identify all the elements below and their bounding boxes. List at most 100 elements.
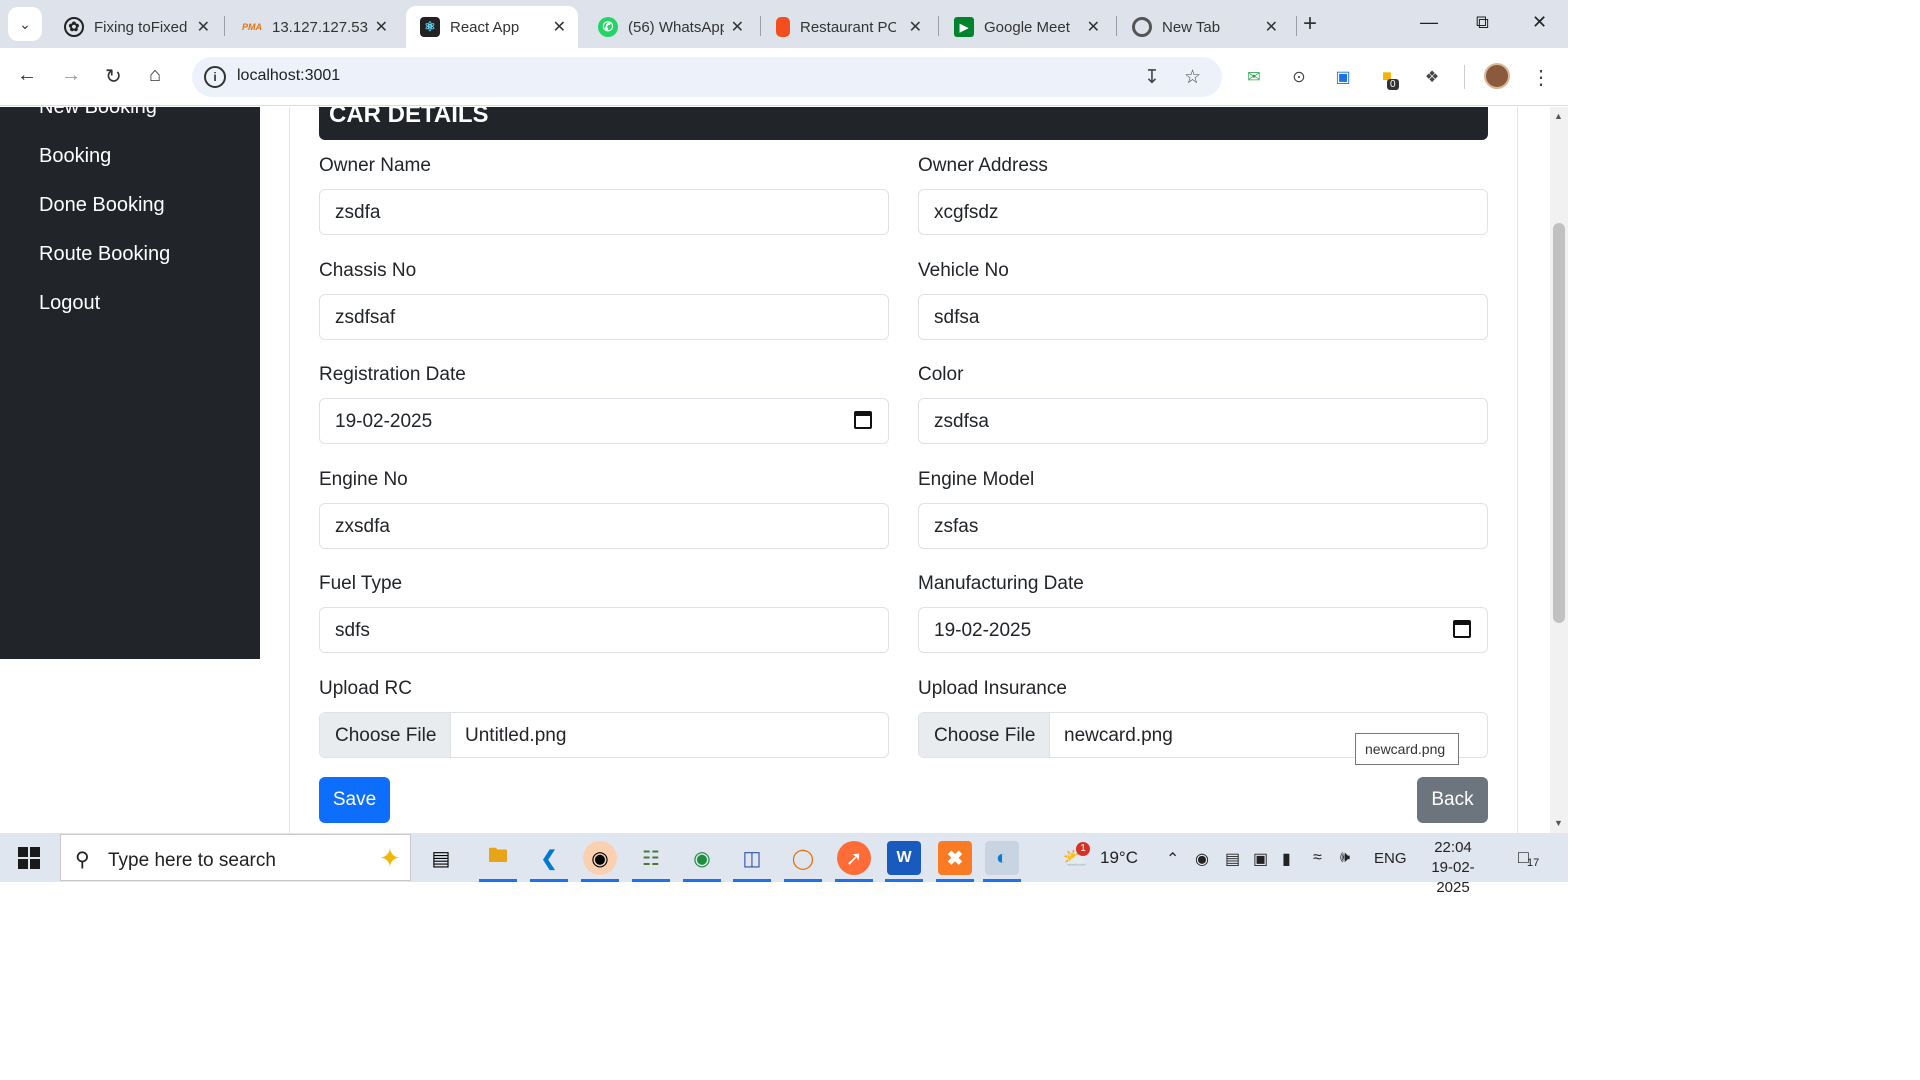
extension-devtools-icon[interactable]: ⊙: [1287, 65, 1311, 89]
color-label: Color: [918, 364, 964, 385]
tab-new-tab[interactable]: New Tab ✕: [1118, 6, 1290, 48]
fuel-type-input[interactable]: sdfs: [319, 607, 889, 653]
save-button[interactable]: Save: [319, 777, 390, 823]
close-icon[interactable]: ✕: [1087, 17, 1100, 37]
color-input[interactable]: zsdfsa: [918, 398, 1488, 444]
new-tab-button[interactable]: +: [1303, 10, 1317, 38]
engine-model-value: zsfas: [934, 516, 979, 537]
taskbar-clock[interactable]: 22:04 19-02-2025: [1418, 838, 1488, 898]
vehicle-no-label: Vehicle No: [918, 260, 1009, 281]
file-explorer-icon[interactable]: 🖿: [481, 841, 515, 875]
close-icon[interactable]: ✕: [909, 17, 922, 37]
xampp-icon[interactable]: ✖: [938, 841, 972, 875]
tab-phpmyadmin[interactable]: PMA 13.127.127.53 ✕: [228, 6, 400, 48]
card-header: CAR DETAILS: [319, 107, 1488, 140]
tab-fixing-tofixed[interactable]: ✿ Fixing toFixed ✕: [50, 6, 222, 48]
upload-insurance-filename: newcard.png: [1064, 725, 1173, 746]
choose-file-button[interactable]: Choose File: [919, 713, 1050, 757]
app-ring-icon[interactable]: ◯: [786, 841, 820, 875]
window-close-icon[interactable]: ✕: [1532, 12, 1547, 33]
tab-search-button[interactable]: ⌄: [8, 7, 42, 41]
tab-restaurant-figma[interactable]: Restaurant PO ✕: [762, 6, 934, 48]
scroll-up-arrow-icon[interactable]: ▲: [1554, 111, 1563, 121]
upload-rc-input[interactable]: Choose File Untitled.png: [319, 712, 889, 758]
sidebar-item-new-booking[interactable]: New Booking: [39, 107, 157, 119]
windows-taskbar: ⚲ Type here to search ✦ ▤ 🖿 ❮ ◉ ☷ ◉ ◫ ◯ …: [0, 833, 1568, 896]
kebab-menu-icon[interactable]: ⋮: [1529, 65, 1553, 89]
manufacturing-date-input[interactable]: 19-02-2025: [918, 607, 1488, 653]
meet-now-icon[interactable]: ▤: [1225, 849, 1240, 869]
reload-icon[interactable]: ↻: [105, 64, 122, 89]
display-icon[interactable]: ▣: [1253, 849, 1268, 869]
wifi-icon[interactable]: ≈: [1313, 849, 1322, 867]
sidebar-item-route-booking[interactable]: Route Booking: [39, 243, 170, 266]
bookmark-star-icon[interactable]: ☆: [1184, 66, 1201, 89]
fuel-type-label: Fuel Type: [319, 573, 403, 594]
registration-date-input[interactable]: 19-02-2025: [319, 398, 889, 444]
chassis-no-input[interactable]: zsdfsaf: [319, 294, 889, 340]
vehicle-no-input[interactable]: sdfsa: [918, 294, 1488, 340]
scroll-down-arrow-icon[interactable]: ▼: [1554, 818, 1563, 828]
extension-cast-icon[interactable]: ▣: [1331, 65, 1355, 89]
chrome-profile-icon[interactable]: ◉: [583, 841, 617, 875]
calendar-icon[interactable]: [854, 411, 872, 429]
back-arrow-icon[interactable]: ←: [17, 64, 37, 87]
language-indicator[interactable]: ENG: [1374, 850, 1407, 867]
edge-icon[interactable]: ◐: [985, 841, 1019, 875]
upload-insurance-label: Upload Insurance: [918, 678, 1067, 699]
openai-icon: ✿: [64, 17, 84, 37]
tab-whatsapp[interactable]: ✆ (56) WhatsApp ✕: [584, 6, 756, 48]
page-scrollbar[interactable]: ▲ ▼: [1550, 107, 1568, 833]
vscode-icon[interactable]: ❮: [532, 841, 566, 875]
address-bar[interactable]: i localhost:3001 ↧ ☆: [192, 57, 1222, 97]
tray-app-icon[interactable]: ◉: [1195, 849, 1209, 869]
weather-temperature[interactable]: 19°C: [1100, 848, 1138, 868]
owner-name-input[interactable]: zsdfa: [319, 189, 889, 235]
tab-divider: [224, 16, 225, 36]
home-icon[interactable]: ⌂: [149, 64, 161, 87]
chevron-up-icon[interactable]: ⌃: [1166, 849, 1179, 869]
url-text[interactable]: localhost:3001: [237, 67, 340, 85]
word-icon[interactable]: W: [887, 841, 921, 875]
tab-divider: [760, 16, 761, 36]
taskbar-search-box[interactable]: ⚲ Type here to search ✦: [60, 834, 411, 881]
tab-google-meet[interactable]: ▶ Google Meet ✕: [940, 6, 1112, 48]
clipboard-app-icon[interactable]: ☷: [634, 841, 668, 875]
owner-address-input[interactable]: xcgfsdz: [918, 189, 1488, 235]
windows-start-icon[interactable]: [18, 847, 40, 869]
engine-no-input[interactable]: zxsdfa: [319, 503, 889, 549]
engine-model-input[interactable]: zsfas: [918, 503, 1488, 549]
minimize-icon[interactable]: —: [1420, 12, 1438, 33]
calendar-icon[interactable]: [1453, 620, 1471, 638]
close-icon[interactable]: ✕: [375, 17, 388, 37]
volume-icon[interactable]: 🕪: [1340, 849, 1350, 867]
sidebar-item-logout[interactable]: Logout: [39, 292, 100, 315]
network-app-icon[interactable]: ◫: [735, 841, 769, 875]
scroll-thumb[interactable]: [1553, 223, 1565, 623]
copilot-sparkle-icon[interactable]: ✦: [379, 843, 401, 874]
restore-icon[interactable]: ⧉: [1476, 12, 1489, 33]
forward-arrow-icon[interactable]: →: [61, 64, 81, 87]
extension-inbox-icon[interactable]: ✉: [1242, 65, 1266, 89]
sidebar-item-done-booking[interactable]: Done Booking: [39, 194, 165, 217]
choose-file-button[interactable]: Choose File: [320, 713, 451, 757]
sidebar-item-booking[interactable]: Booking: [39, 145, 111, 168]
chrome-icon[interactable]: ◉: [685, 841, 719, 875]
extensions-puzzle-icon[interactable]: ❖: [1420, 65, 1444, 89]
task-view-icon[interactable]: ▤: [424, 841, 458, 875]
toolbar-divider: [1464, 65, 1465, 89]
profile-avatar[interactable]: [1484, 63, 1510, 89]
battery-icon[interactable]: ▮: [1282, 849, 1291, 869]
close-icon[interactable]: ✕: [731, 17, 744, 37]
search-icon: ⚲: [75, 849, 90, 871]
install-app-icon[interactable]: ↧: [1144, 66, 1160, 89]
close-icon[interactable]: ✕: [553, 17, 566, 37]
site-info-icon[interactable]: i: [204, 66, 226, 88]
close-icon[interactable]: ✕: [1265, 17, 1278, 37]
back-button[interactable]: Back: [1417, 777, 1488, 823]
postman-icon[interactable]: ➚: [837, 841, 871, 875]
chassis-no-label: Chassis No: [319, 260, 417, 281]
tab-react-app[interactable]: ⚛ React App ✕: [406, 6, 578, 48]
close-icon[interactable]: ✕: [197, 17, 210, 37]
filename-tooltip: newcard.png: [1355, 733, 1459, 765]
